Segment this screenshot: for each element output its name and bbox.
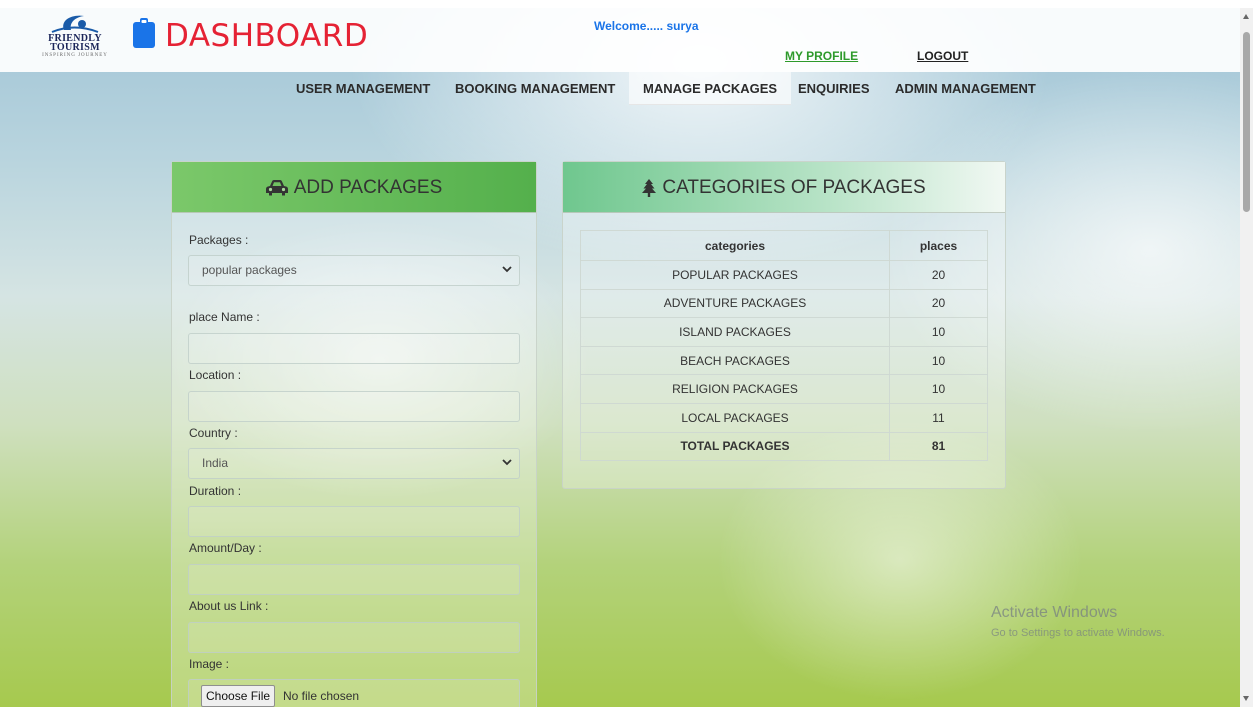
category-name: POPULAR PACKAGES — [580, 260, 890, 290]
clipboard-icon — [133, 18, 155, 48]
chevron-down-icon — [502, 459, 512, 466]
place-name-input[interactable] — [188, 333, 520, 364]
page-top-strip — [0, 0, 1253, 8]
category-places: 20 — [889, 260, 988, 290]
image-label: Image : — [189, 657, 230, 671]
scroll-down-arrow-icon[interactable] — [1243, 696, 1249, 701]
country-label: Country : — [189, 426, 238, 440]
table-row: ISLAND PACKAGES 10 — [580, 317, 988, 347]
total-places: 81 — [889, 431, 988, 462]
category-name: BEACH PACKAGES — [580, 345, 890, 376]
category-name: ISLAND PACKAGES — [580, 317, 890, 347]
nav-user-management[interactable]: USER MANAGEMENT — [282, 72, 444, 105]
place-name-label: place Name : — [189, 310, 260, 324]
nav-manage-packages[interactable]: MANAGE PACKAGES — [629, 72, 792, 105]
car-icon — [265, 179, 288, 196]
category-places: 10 — [889, 345, 988, 376]
add-packages-title: ADD PACKAGES — [293, 177, 443, 198]
country-select-value: India — [202, 456, 229, 470]
category-places: 10 — [889, 317, 988, 347]
activate-windows-title: Activate Windows — [991, 604, 1118, 621]
categories-header: CATEGORIES OF PACKAGES — [563, 162, 1005, 213]
category-name: LOCAL PACKAGES — [580, 402, 890, 433]
duration-label: Duration : — [189, 484, 242, 498]
total-row: TOTAL PACKAGES 81 — [580, 431, 988, 462]
packages-label: Packages : — [189, 233, 249, 247]
category-places: 20 — [889, 288, 988, 319]
image-file-input: Choose File No file chosen — [188, 679, 520, 707]
category-places: 11 — [889, 402, 988, 433]
column-header-categories: categories — [580, 230, 890, 261]
amount-label: Amount/Day : — [189, 541, 262, 555]
category-name: ADVENTURE PACKAGES — [580, 288, 890, 319]
about-link-input[interactable] — [188, 622, 520, 653]
duration-input[interactable] — [188, 506, 520, 537]
logo-tagline: INSPIRING JOURNEY — [42, 53, 108, 58]
total-label: TOTAL PACKAGES — [580, 431, 890, 462]
categories-title: CATEGORIES OF PACKAGES — [662, 177, 926, 198]
location-input[interactable] — [188, 391, 520, 422]
table-row: BEACH PACKAGES 10 — [580, 345, 988, 376]
nav-admin-management[interactable]: ADMIN MANAGEMENT — [881, 72, 1050, 105]
category-places: 10 — [889, 374, 988, 404]
amount-input[interactable] — [188, 564, 520, 595]
table-row: ADVENTURE PACKAGES 20 — [580, 288, 988, 319]
activate-windows-subtitle: Go to Settings to activate Windows. — [991, 627, 1165, 639]
nav-enquiries[interactable]: ENQUIRIES — [784, 72, 884, 105]
page-title: DASHBOARD — [165, 18, 369, 54]
nav-booking-management[interactable]: BOOKING MANAGEMENT — [441, 72, 629, 105]
page-scrollbar[interactable] — [1240, 8, 1253, 707]
packages-select[interactable]: popular packages — [188, 255, 520, 286]
tree-icon — [642, 178, 657, 197]
scroll-thumb[interactable] — [1243, 32, 1250, 212]
categories-table: categories places POPULAR PACKAGES 20 AD… — [580, 230, 988, 462]
table-row: LOCAL PACKAGES 11 — [580, 402, 988, 433]
swoosh-logo-icon — [51, 15, 99, 33]
brand-logo[interactable]: FRIENDLY TOURISM INSPIRING JOURNEY — [22, 12, 128, 66]
location-label: Location : — [189, 368, 242, 382]
add-packages-panel: ADD PACKAGES Packages : popular packages… — [171, 161, 537, 707]
my-profile-link[interactable]: MY PROFILE — [785, 49, 858, 63]
choose-file-button[interactable]: Choose File — [201, 685, 276, 707]
logo-line2: TOURISM — [50, 42, 100, 53]
file-status: No file chosen — [283, 689, 360, 703]
column-header-places: places — [889, 230, 988, 261]
category-name: RELIGION PACKAGES — [580, 374, 890, 404]
table-header-row: categories places — [580, 230, 988, 261]
chevron-down-icon — [502, 266, 512, 273]
logo-text: FRIENDLY TOURISM INSPIRING JOURNEY — [22, 34, 128, 59]
country-select[interactable]: India — [188, 448, 520, 479]
packages-select-value: popular packages — [202, 263, 297, 277]
table-row: RELIGION PACKAGES 10 — [580, 374, 988, 404]
welcome-text: Welcome..... surya — [594, 19, 699, 33]
add-packages-header: ADD PACKAGES — [172, 162, 536, 213]
main-nav: USER MANAGEMENT BOOKING MANAGEMENT MANAG… — [0, 72, 1240, 106]
about-link-label: About us Link : — [189, 599, 269, 613]
table-row: POPULAR PACKAGES 20 — [580, 260, 988, 290]
scroll-up-arrow-icon[interactable] — [1243, 14, 1249, 19]
header: FRIENDLY TOURISM INSPIRING JOURNEY DASHB… — [0, 8, 1240, 72]
categories-panel: CATEGORIES OF PACKAGES categories places… — [562, 161, 1006, 489]
logout-link[interactable]: LOGOUT — [917, 49, 968, 63]
